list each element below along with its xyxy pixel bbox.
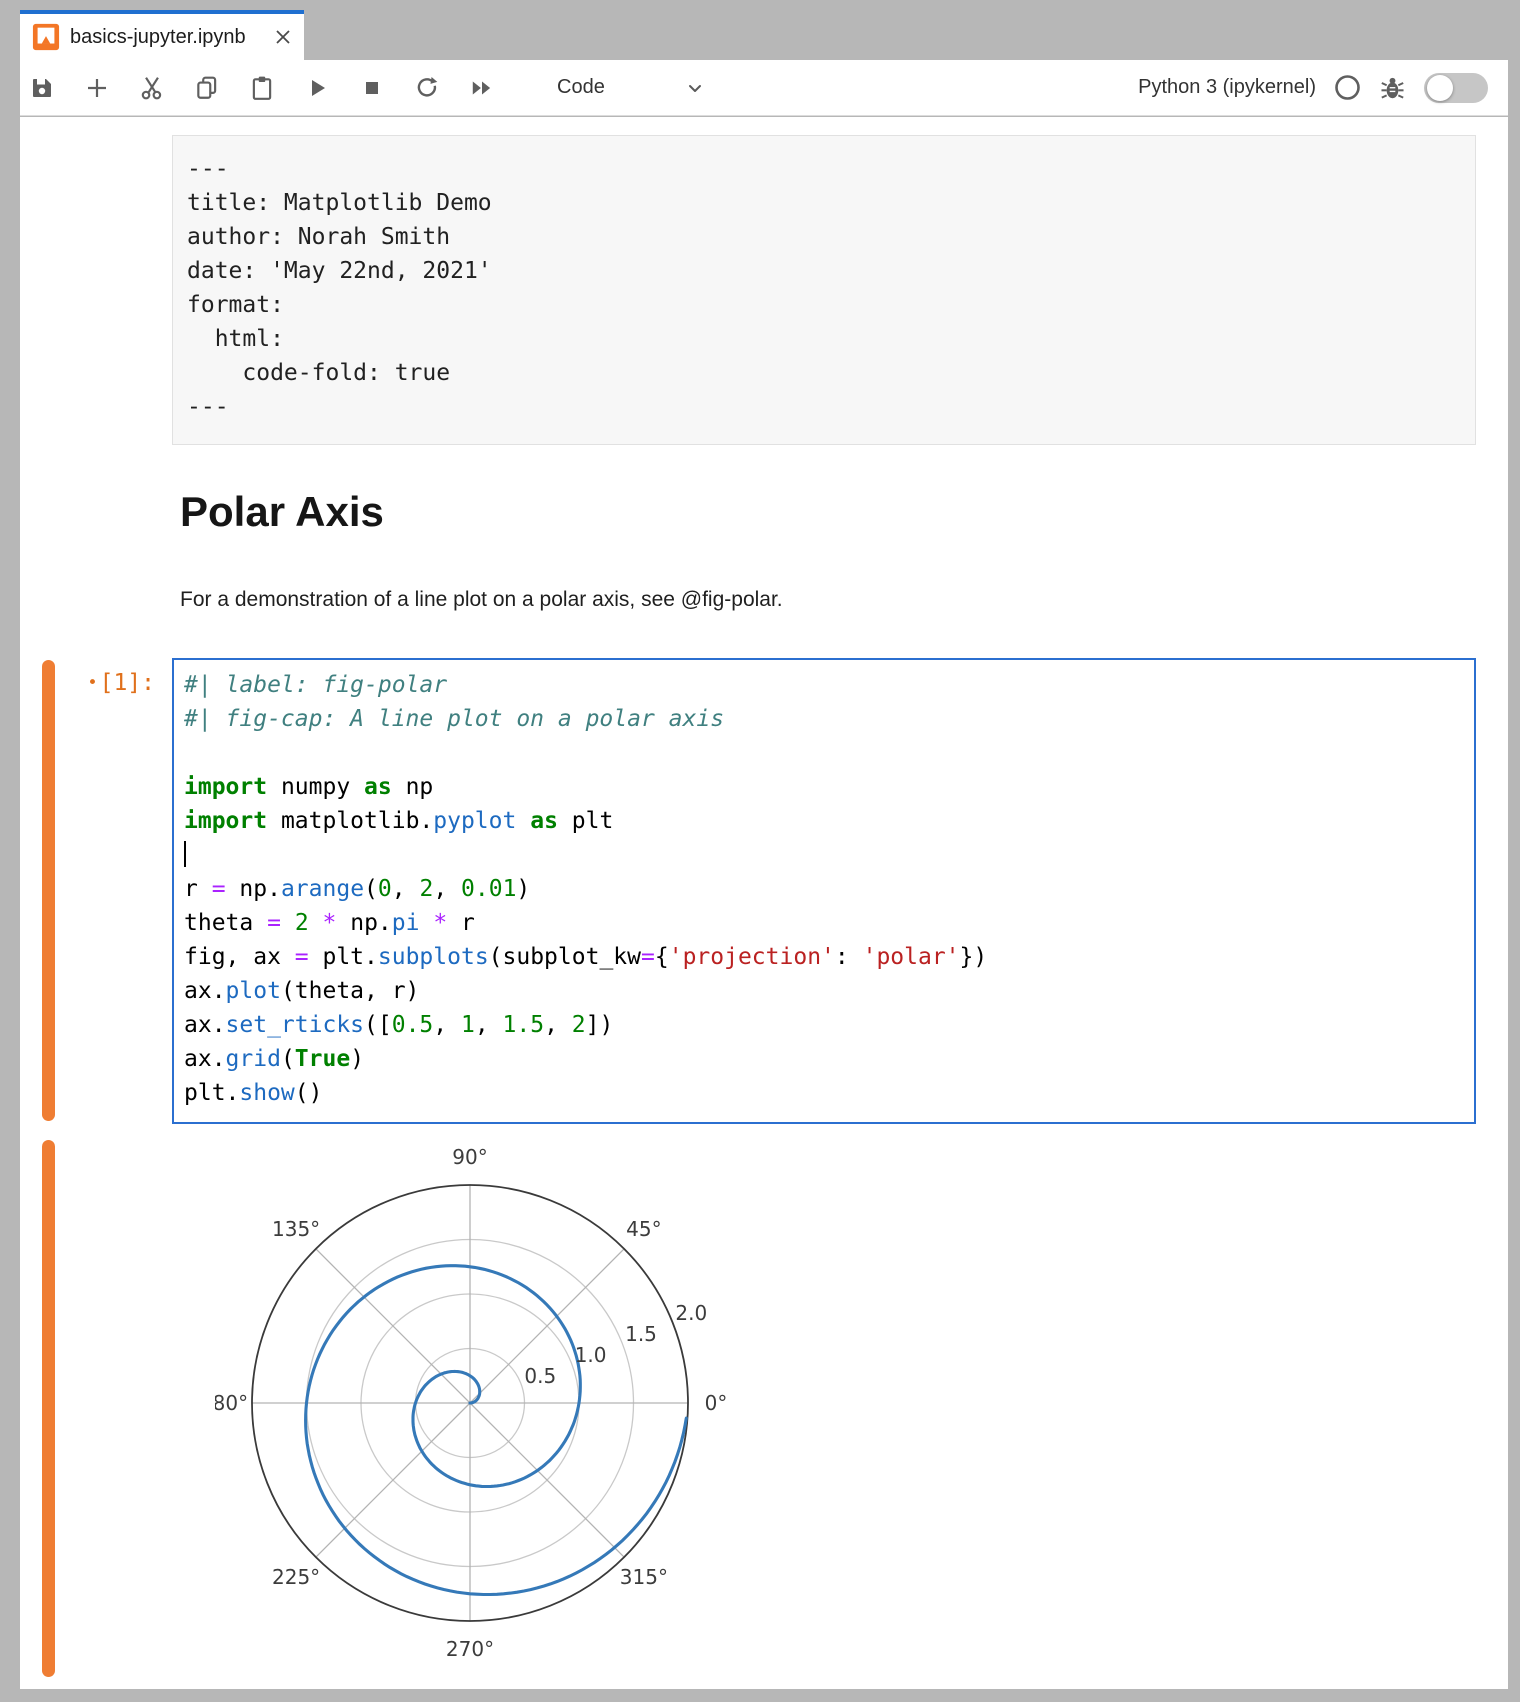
toolbar-right: Python 3 (ipykernel) — [1138, 73, 1508, 103]
code-line: import matplotlib.pyplot as plt — [184, 804, 1474, 838]
save-icon — [30, 76, 54, 100]
input-collapser[interactable] — [42, 660, 55, 1121]
copy-button[interactable] — [193, 74, 221, 102]
run-all-icon — [469, 75, 495, 101]
prompt-dot: • — [87, 673, 97, 693]
code-line: import numpy as np — [184, 770, 1474, 804]
paste-button[interactable] — [248, 74, 276, 102]
text-cursor — [184, 841, 186, 867]
interrupt-button[interactable] — [358, 74, 386, 102]
notebook-panel: ---title: Matplotlib Demoauthor: Norah S… — [20, 117, 1508, 1689]
theta-tick-label: 270° — [446, 1637, 494, 1661]
code-line — [184, 838, 1474, 872]
code-line: ax.grid(True) — [184, 1042, 1474, 1076]
theta-gridline — [316, 1249, 470, 1403]
code-line: plt.show() — [184, 1076, 1474, 1110]
theta-gridline — [316, 1403, 470, 1557]
restart-run-all-button[interactable] — [468, 74, 496, 102]
save-button[interactable] — [28, 74, 56, 102]
theta-tick-label: 315° — [620, 1565, 668, 1589]
code-line: ax.plot(theta, r) — [184, 974, 1474, 1008]
add-cell-button[interactable] — [83, 74, 111, 102]
toggle-knob — [1427, 75, 1453, 101]
run-button[interactable] — [303, 74, 331, 102]
code-line: fig, ax = plt.subplots(subplot_kw={'proj… — [184, 940, 1474, 974]
raw-line: code-fold: true — [187, 356, 1461, 390]
theta-tick-label: 90° — [452, 1145, 487, 1169]
tab-bar: basics-jupyter.ipynb — [20, 0, 1508, 60]
r-tick-label: 2.0 — [675, 1301, 707, 1325]
raw-line: title: Matplotlib Demo — [187, 186, 1461, 220]
code-line — [184, 736, 1474, 770]
code-cell-editor[interactable]: #| label: fig-polar#| fig-cap: A line pl… — [172, 658, 1476, 1124]
code-line: r = np.arange(0, 2, 0.01) — [184, 872, 1474, 906]
r-tick-label: 1.5 — [625, 1322, 657, 1346]
r-tick-label: 0.5 — [524, 1364, 556, 1388]
chevron-down-icon — [683, 76, 707, 100]
raw-line: date: 'May 22nd, 2021' — [187, 254, 1461, 288]
notebook-toolbar: Code Python 3 (ipykernel) — [20, 60, 1508, 116]
raw-line: format: — [187, 288, 1461, 322]
polar-plot-output: 0° 45° 90° 135° 180° 225° 270° 315° 0.5 1.0 1.5 2.0 — [215, 1141, 735, 1677]
raw-line: --- — [187, 152, 1461, 186]
copy-icon — [194, 75, 220, 101]
cut-icon — [139, 75, 165, 101]
notebook-icon — [32, 23, 60, 51]
raw-cell-yaml[interactable]: ---title: Matplotlib Demoauthor: Norah S… — [172, 135, 1476, 445]
theta-tick-label: 45° — [626, 1217, 661, 1241]
cell-type-dropdown[interactable]: Code — [557, 76, 707, 100]
kernel-name[interactable]: Python 3 (ipykernel) — [1138, 76, 1316, 99]
tab-title: basics-jupyter.ipynb — [70, 26, 272, 49]
bug-icon[interactable] — [1379, 74, 1406, 101]
code-line: #| fig-cap: A line plot on a polar axis — [184, 702, 1474, 736]
theta-tick-label: 180° — [215, 1391, 248, 1415]
markdown-paragraph: For a demonstration of a line plot on a … — [180, 588, 783, 612]
raw-line: html: — [187, 322, 1461, 356]
execution-count: •[1]: — [60, 666, 155, 700]
r-tick-label: 1.0 — [575, 1343, 607, 1367]
theta-tick-label: 135° — [272, 1217, 320, 1241]
paste-icon — [249, 75, 275, 101]
kernel-status-icon[interactable] — [1334, 74, 1361, 101]
raw-line: author: Norah Smith — [187, 220, 1461, 254]
raw-line: --- — [187, 390, 1461, 424]
cut-button[interactable] — [138, 74, 166, 102]
toggle-switch[interactable] — [1424, 73, 1488, 103]
close-icon[interactable] — [272, 26, 294, 48]
add-cell-icon — [84, 75, 110, 101]
restart-icon — [414, 75, 440, 101]
theta-tick-label: 0° — [705, 1391, 728, 1415]
stop-icon — [360, 76, 384, 100]
notebook-tab[interactable]: basics-jupyter.ipynb — [20, 10, 304, 60]
theta-gridline — [470, 1403, 624, 1557]
restart-button[interactable] — [413, 74, 441, 102]
markdown-heading: Polar Axis — [180, 489, 384, 535]
cell-type-value: Code — [557, 76, 605, 99]
code-line: #| label: fig-polar — [184, 668, 1474, 702]
theta-tick-label: 225° — [272, 1565, 320, 1589]
code-line: ax.set_rticks([0.5, 1, 1.5, 2]) — [184, 1008, 1474, 1042]
spiral-line — [306, 1266, 687, 1595]
code-line: theta = 2 * np.pi * r — [184, 906, 1474, 940]
output-collapser[interactable] — [42, 1140, 55, 1677]
run-icon — [305, 76, 329, 100]
